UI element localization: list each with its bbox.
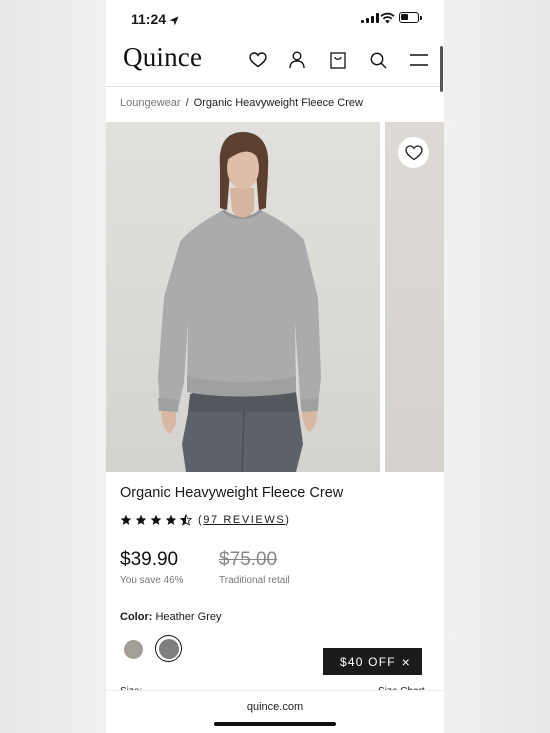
color-selector-label: Color: Heather Grey [120, 611, 221, 623]
breadcrumb-loungewear[interactable]: Loungewear [120, 97, 181, 109]
product-image-gallery[interactable] [106, 122, 444, 472]
promo-label[interactable]: $40 OFF [340, 655, 396, 669]
home-indicator[interactable] [214, 722, 336, 726]
traditional-retail-label: Traditional retail [219, 575, 290, 586]
product-rating[interactable]: (97 REVIEWS) [120, 514, 291, 526]
location-arrow-icon [169, 13, 179, 31]
breadcrumb: Loungewear / Organic Heavyweight Fleece Cr… [120, 97, 363, 109]
sale-price: $39.90 [120, 549, 179, 570]
wifi-icon [380, 11, 395, 29]
half-star-icon [180, 514, 192, 526]
color-swatch-heather-grey[interactable] [159, 639, 179, 659]
status-time: 11:24 [131, 11, 167, 27]
background-left [0, 0, 106, 733]
heart-icon[interactable] [247, 49, 269, 71]
close-icon[interactable]: × [402, 654, 411, 670]
star-icon [120, 514, 132, 525]
star-icon [150, 514, 162, 525]
traditional-retail-price: $75.00 [219, 549, 278, 570]
product-image-next[interactable] [385, 122, 444, 472]
site-header: Quince [106, 36, 444, 87]
cellular-signal-icon [361, 13, 379, 23]
favorite-heart-icon[interactable] [398, 137, 429, 168]
promo-banner[interactable]: $40 OFF × [323, 648, 422, 675]
star-icon [135, 514, 147, 525]
reviews-count[interactable]: 97 REVIEWS [203, 514, 285, 526]
savings-text: You save 46% [120, 575, 184, 586]
background-right [444, 0, 550, 733]
menu-icon[interactable] [408, 49, 430, 71]
color-label: Color: [120, 611, 153, 623]
account-icon[interactable] [286, 49, 308, 71]
status-bar: 11:24 [106, 0, 444, 36]
address-bar[interactable]: quince.com [106, 701, 444, 713]
color-value: Heather Grey [155, 611, 222, 623]
product-title: Organic Heavyweight Fleece Crew [120, 485, 344, 501]
product-image-main[interactable] [106, 122, 380, 472]
browser-bottom-bar: quince.com [106, 690, 444, 733]
breadcrumb-current: Organic Heavyweight Fleece Crew [193, 97, 363, 109]
reviews-link[interactable]: (97 REVIEWS) [198, 514, 291, 526]
search-icon[interactable] [367, 49, 389, 71]
color-swatch-oatmeal[interactable] [124, 640, 143, 659]
star-icon [165, 514, 177, 525]
battery-icon [399, 12, 422, 23]
phone-screen: 11:24 Quince Loungewear / Organic Heavyw… [106, 0, 444, 733]
breadcrumb-separator: / [185, 97, 189, 109]
quince-logo[interactable]: Quince [123, 42, 202, 73]
scrollbar-thumb[interactable] [440, 46, 443, 92]
shopping-bag-icon[interactable] [327, 49, 349, 71]
